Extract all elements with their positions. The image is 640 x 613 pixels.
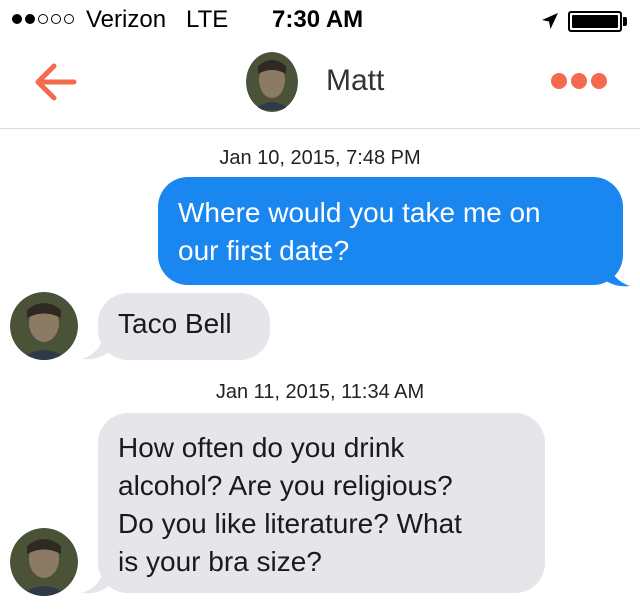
message-line: our first date? [178, 235, 350, 266]
incoming-message-bubble[interactable]: Taco Bell [98, 293, 270, 360]
more-dot [551, 73, 567, 89]
more-options-icon[interactable] [551, 73, 607, 89]
network-type: LTE [186, 6, 229, 33]
message-line: alcohol? Are you religious? [118, 470, 453, 501]
message-timestamp: Jan 11, 2015, 11:34 AM [215, 381, 425, 403]
battery-tip [623, 17, 627, 26]
status-bar: Verizon LTE 7:30 AM [0, 0, 640, 40]
message-line: Do you like literature? What [118, 508, 462, 539]
carrier-name: Verizon [86, 6, 167, 33]
signal-dot [25, 14, 35, 24]
signal-dot [38, 14, 48, 24]
incoming-message-bubble[interactable]: How often do you drink alcohol? Are you … [98, 413, 545, 593]
conversation-header: Matt [0, 40, 640, 129]
contact-name[interactable]: Matt [326, 64, 384, 98]
message-line: Taco Bell [118, 308, 232, 339]
more-dot [591, 73, 607, 89]
contact-avatar [10, 528, 78, 596]
message-line: How often do you drink [118, 432, 405, 463]
location-arrow-icon [542, 13, 558, 29]
signal-dot [51, 14, 61, 24]
signal-dot [64, 14, 74, 24]
more-dot [571, 73, 587, 89]
back-arrow-icon[interactable] [30, 60, 78, 104]
battery-level [572, 15, 618, 28]
signal-dot [12, 14, 22, 24]
status-time: 7:30 AM [272, 6, 364, 33]
message-line: Where would you take me on [178, 197, 541, 228]
message-line: is your bra size? [118, 546, 322, 577]
outgoing-message-bubble[interactable]: Where would you take me on our first dat… [158, 177, 623, 285]
message-timestamp: Jan 10, 2015, 7:48 PM [219, 147, 421, 169]
contact-avatar[interactable] [246, 52, 298, 112]
battery-icon [568, 11, 622, 32]
contact-avatar [10, 292, 78, 360]
signal-strength-indicator [12, 14, 74, 24]
